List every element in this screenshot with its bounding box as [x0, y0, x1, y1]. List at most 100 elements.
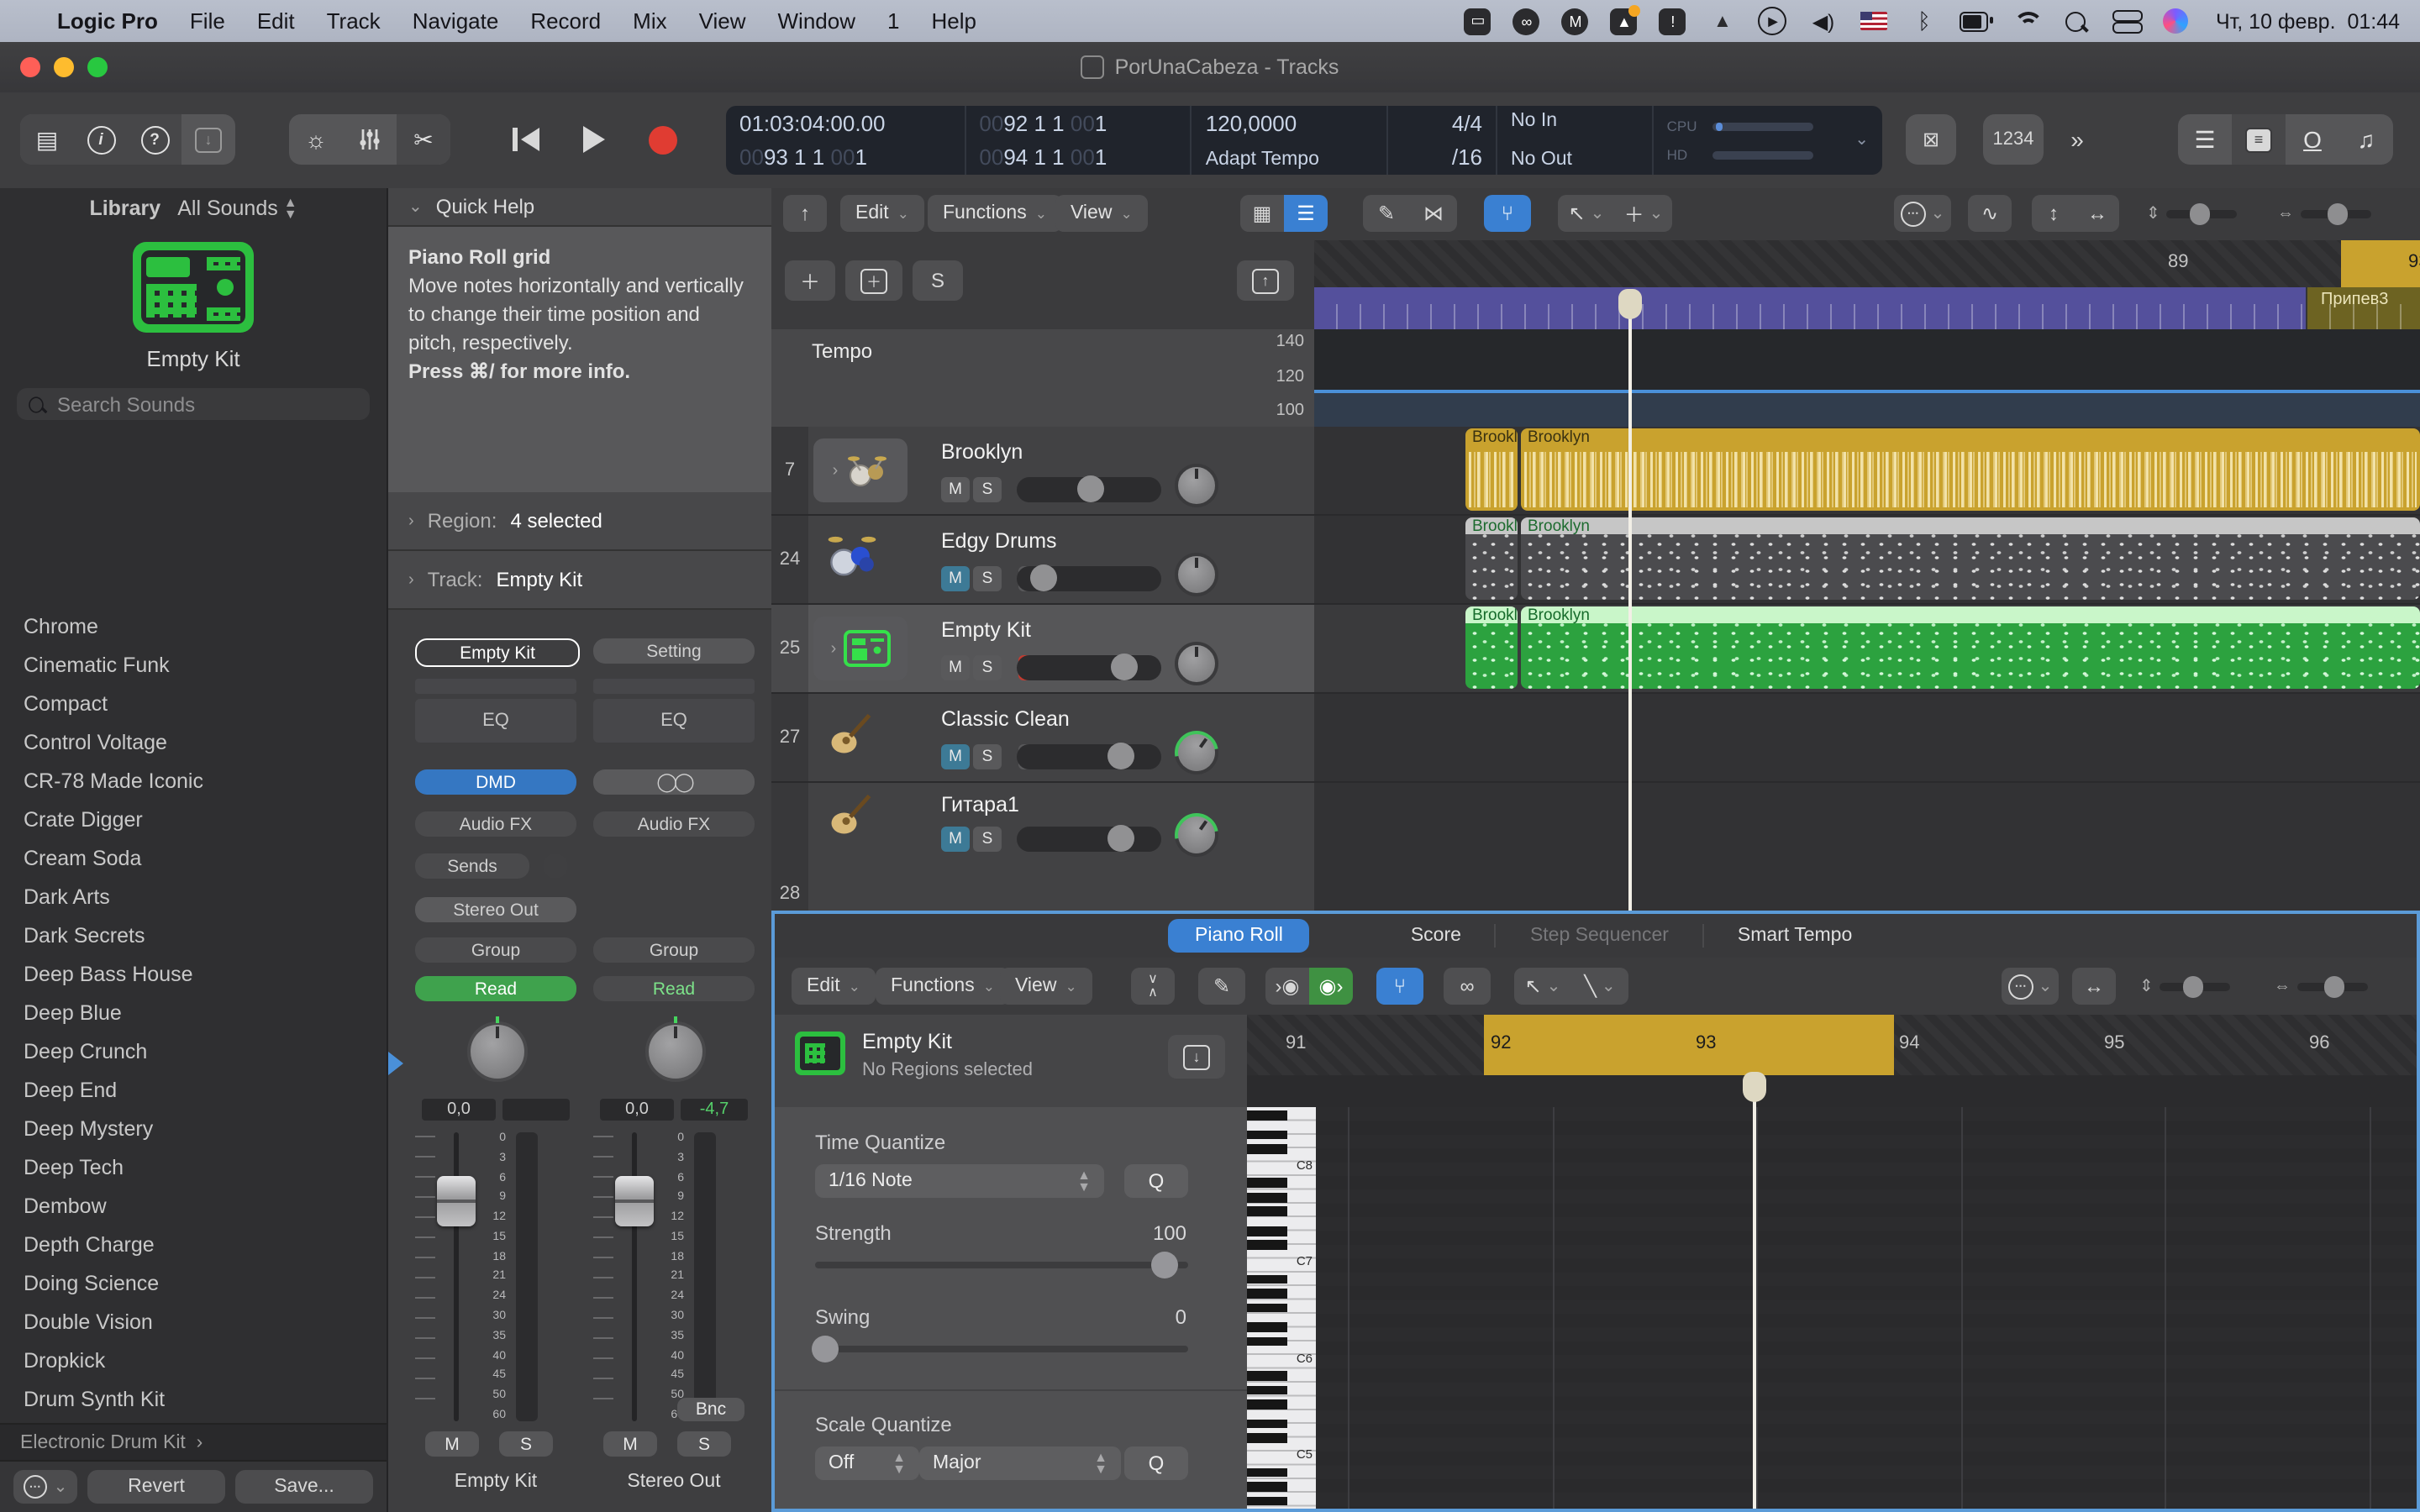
flex-button[interactable]: ⑂ [1484, 195, 1531, 232]
track-mute-button[interactable]: M [941, 566, 970, 591]
region-inspector-header[interactable]: › Region: 4 selected [388, 492, 771, 551]
global-tracks-button[interactable]: S [913, 260, 963, 301]
more-options-menu[interactable]: ⋯⌄ [1894, 195, 1951, 232]
library-item[interactable]: CR-78 Made Iconic [24, 763, 387, 801]
library-item[interactable]: Dark Arts [24, 879, 387, 917]
tracks-functions-menu[interactable]: Functions⌄ [928, 195, 1062, 232]
grid-view-button[interactable]: ▦ [1240, 195, 1284, 232]
marker-lane[interactable]: Припев3 [1314, 287, 2420, 329]
gain-slot[interactable] [593, 679, 755, 694]
menu-file[interactable]: File [190, 8, 225, 34]
library-item[interactable]: Chrome [24, 608, 387, 647]
vertical-auto-zoom-button[interactable]: ↕ [2032, 195, 2075, 232]
library-item[interactable]: Dark Secrets [24, 917, 387, 956]
creative-cloud-icon[interactable]: ∞ [1513, 8, 1540, 34]
alert-app-icon[interactable]: ! [1660, 8, 1686, 34]
midi-region[interactable]: Brooklyn [1521, 606, 2420, 689]
library-item[interactable]: Control Voltage [24, 724, 387, 763]
lcd-tempo-mode[interactable]: Adapt Tempo [1206, 150, 1374, 170]
close-window-button[interactable] [20, 57, 40, 77]
eq-slot[interactable]: EQ [415, 699, 576, 743]
play-button[interactable] [583, 126, 605, 153]
menu-record[interactable]: Record [530, 8, 601, 34]
track-pan-knob[interactable] [1175, 642, 1218, 685]
piano-keyboard[interactable]: C8 C7 C6 C5 [1247, 1107, 1316, 1509]
group-slot[interactable]: Group [593, 937, 755, 963]
pan-knob[interactable] [467, 1021, 528, 1082]
lcd-time-signature[interactable]: 4/4 [1452, 111, 1482, 136]
library-item[interactable]: Deep End [24, 1072, 387, 1110]
mixer-button[interactable] [343, 114, 397, 165]
automation-tool-button[interactable]: ✎ [1363, 195, 1410, 232]
loop-browser-button[interactable]: О [2286, 114, 2339, 165]
library-item[interactable]: Dembow [24, 1188, 387, 1226]
vlc-cone-icon[interactable]: ▲ [1708, 8, 1737, 34]
rewind-button[interactable] [513, 128, 539, 151]
pr-flex-button[interactable]: ⑂ [1376, 968, 1423, 1005]
library-item[interactable]: Deep Mystery [24, 1110, 387, 1149]
pr-functions-menu[interactable]: Functions⌄ [876, 968, 1010, 1005]
output-slot[interactable]: Stereo Out [415, 897, 576, 922]
tracks-view-menu[interactable]: View⌄ [1055, 195, 1148, 232]
scale-quantize-scale-select[interactable]: Major▲▼ [919, 1446, 1121, 1480]
control-center-icon[interactable] [2112, 8, 2140, 34]
toolbar-overflow-chevrons[interactable]: » [2054, 114, 2101, 165]
library-toggle-button[interactable]: ▤ [20, 114, 74, 165]
track-header-edgy-drums[interactable]: 24 Edgy Drums MSR [771, 516, 1314, 605]
lcd-tempo-value[interactable]: 120,0000 [1206, 111, 1374, 136]
group-slot[interactable]: Group [415, 937, 576, 963]
mute-button[interactable]: M [425, 1431, 479, 1457]
midi-region[interactable]: Brooklyn [1521, 517, 2420, 600]
menu-window[interactable]: Window [778, 8, 856, 34]
library-item[interactable]: Cream Soda [24, 840, 387, 879]
menu-app[interactable]: Logic Pro [57, 8, 158, 34]
pan-knob[interactable] [645, 1021, 706, 1082]
track-volume-slider[interactable] [1017, 827, 1161, 852]
scale-quantize-apply-button[interactable]: Q [1124, 1446, 1188, 1480]
track-pan-knob[interactable] [1166, 805, 1227, 865]
pr-edit-menu[interactable]: Edit⌄ [792, 968, 876, 1005]
play-circle-icon[interactable]: ▶ [1759, 8, 1787, 34]
pr-more-options-menu[interactable]: ⋯⌄ [2002, 968, 2059, 1005]
midi-out-button[interactable]: ◉› [1309, 968, 1353, 1005]
menu-display[interactable]: 1 [887, 8, 899, 34]
automation-mode-button[interactable]: Read [415, 976, 576, 1001]
minimize-window-button[interactable] [54, 57, 74, 77]
bounce-button[interactable]: Bnc [677, 1398, 744, 1421]
track-pan-knob[interactable] [1166, 722, 1227, 783]
library-breadcrumb[interactable]: Electronic Drum Kit › [0, 1423, 387, 1462]
track-pan-knob[interactable] [1175, 464, 1218, 507]
collapse-mode-button[interactable]: ∨∧ [1131, 968, 1175, 1005]
midi-region[interactable]: Brooklyn [1465, 606, 1518, 689]
editors-scissors-button[interactable]: ✂ [397, 114, 450, 165]
library-item[interactable]: Crate Digger [24, 801, 387, 840]
pr-hzoom-button[interactable]: ↔ [2072, 968, 2116, 1005]
pr-automation-button[interactable]: ✎ [1198, 968, 1245, 1005]
library-item[interactable]: Deep Blue [24, 995, 387, 1033]
crossfade-tool-button[interactable]: ⋈ [1410, 195, 1457, 232]
pr-horizontal-zoom-slider[interactable]: ⇔ [2274, 976, 2368, 996]
pr-pencil-tool-menu[interactable]: ╲⌄ [1571, 968, 1628, 1005]
time-quantize-apply-button[interactable]: Q [1124, 1164, 1188, 1198]
track-name[interactable]: Classic Clean [941, 707, 1070, 731]
audio-region[interactable]: Brooklyn [1465, 428, 1518, 511]
swing-slider[interactable] [815, 1346, 1188, 1352]
notification-bell-icon[interactable]: ▲ [1611, 8, 1638, 34]
midi-region[interactable]: Brooklyn [1465, 517, 1518, 600]
library-item[interactable]: Depth Charge [24, 1226, 387, 1265]
volume-value[interactable]: 0,0 [600, 1099, 674, 1121]
pr-playhead-handle[interactable] [1743, 1072, 1766, 1102]
track-name[interactable]: Empty Kit [941, 618, 1031, 642]
tab-smart-tempo[interactable]: Smart Tempo [1711, 919, 1879, 953]
lcd-division[interactable]: /16 [1452, 144, 1482, 170]
menu-track[interactable]: Track [327, 8, 381, 34]
library-search-field[interactable] [17, 388, 370, 420]
track-lane-edgy-drums[interactable]: Brooklyn Brooklyn [1314, 516, 2420, 605]
library-item[interactable]: Deep Crunch [24, 1033, 387, 1072]
m-app-icon[interactable]: M [1562, 8, 1589, 34]
pr-view-menu[interactable]: View⌄ [1000, 968, 1092, 1005]
solo-button[interactable]: S [677, 1431, 731, 1457]
keyboard-flag-icon[interactable] [1860, 8, 1888, 34]
time-quantize-select[interactable]: 1/16 Note▲▼ [815, 1164, 1104, 1198]
library-item[interactable]: Drum Synth Kit [24, 1381, 387, 1420]
